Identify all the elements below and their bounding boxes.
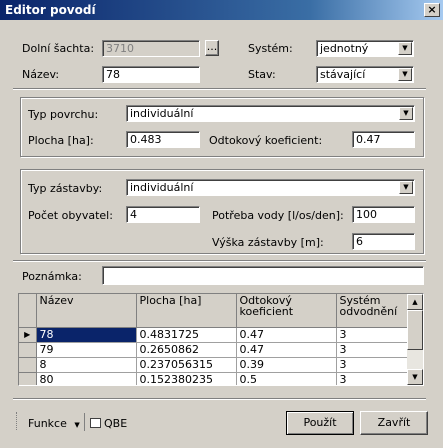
typ-zastavby-select[interactable]: individuální ▼ xyxy=(126,179,415,196)
toolbar-separator xyxy=(84,413,85,431)
table-cell[interactable]: 8 xyxy=(36,357,137,373)
qbe-button[interactable]: QBE xyxy=(90,417,127,430)
plocha-field[interactable]: 0.483 xyxy=(126,131,200,148)
divider xyxy=(13,260,426,262)
funkce-label: Funkce xyxy=(28,417,67,430)
typ-povrchu-value: individuální xyxy=(130,107,194,120)
table-cell[interactable]: 0.47 xyxy=(236,342,337,358)
odtokovy-koeficient-field[interactable]: 0.47 xyxy=(352,131,415,148)
row-header[interactable] xyxy=(19,342,37,358)
table-cell[interactable]: 3 xyxy=(336,327,409,343)
browse-button[interactable]: ... xyxy=(205,40,219,56)
nazev-field[interactable]: 78 xyxy=(102,66,200,83)
table-cell[interactable]: 3 xyxy=(336,372,409,385)
table-cell[interactable]: 0.39 xyxy=(236,357,337,373)
table-cell[interactable]: 78 xyxy=(36,327,137,343)
table-row[interactable]: 8 0.237056315 0.39 3 xyxy=(19,357,409,373)
zavrit-button[interactable]: Zavřít xyxy=(360,411,428,435)
vertical-scrollbar[interactable]: ▲ ▼ xyxy=(407,294,423,385)
pocet-obyvatel-field[interactable]: 4 xyxy=(126,206,200,223)
row-marker-icon[interactable]: ▶ xyxy=(19,327,37,343)
typ-zastavby-label: Typ zástavby: xyxy=(28,182,103,195)
close-button[interactable]: × xyxy=(424,3,440,17)
stav-value: stávající xyxy=(320,68,366,81)
qbe-icon xyxy=(90,418,101,428)
toolbar-grip xyxy=(16,412,18,430)
title-bar: Editor povodí × xyxy=(0,0,443,20)
table-cell[interactable]: 79 xyxy=(36,342,137,358)
table-cell[interactable]: 80 xyxy=(36,372,137,385)
qbe-label: QBE xyxy=(104,417,128,430)
vyska-zastavby-field[interactable]: 6 xyxy=(352,233,415,250)
row-header[interactable] xyxy=(19,357,37,373)
scroll-up-icon[interactable]: ▲ xyxy=(407,294,423,310)
funkce-menu[interactable]: Funkce ▼ xyxy=(28,417,80,430)
table-cell[interactable]: 3 xyxy=(336,357,409,373)
potreba-vody-field[interactable]: 100 xyxy=(352,206,415,223)
system-label: Systém: xyxy=(248,42,293,55)
chevron-down-icon[interactable]: ▼ xyxy=(398,42,412,55)
potreba-vody-label: Potřeba vody [l/os/den]: xyxy=(212,209,344,222)
chevron-down-icon[interactable]: ▼ xyxy=(399,107,413,120)
chevron-down-icon: ▼ xyxy=(74,421,80,429)
grid-header-row: Název Plocha [ha] Odtokový koeficient Sy… xyxy=(19,294,409,328)
dolni-sachta-field[interactable]: 3710 xyxy=(102,40,200,57)
odtokovy-koeficient-label: Odtokový koeficient: xyxy=(209,134,323,147)
poznamka-label: Poznámka: xyxy=(22,270,82,283)
table-cell[interactable]: 0.47 xyxy=(236,327,337,343)
dolni-sachta-label: Dolní šachta: xyxy=(22,42,95,55)
chevron-down-icon[interactable]: ▼ xyxy=(399,181,413,194)
row-header[interactable] xyxy=(19,372,37,385)
divider xyxy=(13,398,426,400)
column-header-nazev[interactable]: Název xyxy=(36,294,137,328)
vyska-zastavby-label: Výška zástavby [m]: xyxy=(212,236,324,249)
table-row[interactable]: 79 0.2650862 0.47 3 xyxy=(19,342,409,358)
poznamka-field[interactable] xyxy=(102,266,424,285)
plocha-label: Plocha [ha]: xyxy=(28,134,94,147)
table-row[interactable]: 80 0.152380235 0.5 3 xyxy=(19,372,409,385)
typ-povrchu-select[interactable]: individuální ▼ xyxy=(126,105,415,122)
pouzit-button[interactable]: Použít xyxy=(286,411,354,435)
table-cell[interactable]: 0.2650862 xyxy=(136,342,237,358)
stav-label: Stav: xyxy=(248,68,276,81)
system-value: jednotný xyxy=(320,42,369,55)
typ-povrchu-label: Typ povrchu: xyxy=(28,108,99,121)
table-cell[interactable]: 0.5 xyxy=(236,372,337,385)
chevron-down-icon[interactable]: ▼ xyxy=(398,68,412,81)
table-cell[interactable]: 0.4831725 xyxy=(136,327,237,343)
table-cell[interactable]: 0.152380235 xyxy=(136,372,237,385)
nazev-label: Název: xyxy=(22,68,60,81)
system-select[interactable]: jednotný ▼ xyxy=(316,40,414,57)
column-header-odtokovy-koeficient[interactable]: Odtokový koeficient xyxy=(236,294,337,328)
table-cell[interactable]: 0.237056315 xyxy=(136,357,237,373)
scroll-down-icon[interactable]: ▼ xyxy=(407,369,423,385)
pocet-obyvatel-label: Počet obyvatel: xyxy=(28,209,113,222)
table-row[interactable]: ▶ 78 0.4831725 0.47 3 xyxy=(19,327,409,343)
window-title: Editor povodí xyxy=(5,3,96,17)
column-header-system-odvodneni[interactable]: Systém odvodnění xyxy=(336,294,409,328)
stav-select[interactable]: stávající ▼ xyxy=(316,66,414,83)
scroll-thumb[interactable] xyxy=(407,310,423,350)
row-header-corner xyxy=(19,294,37,328)
divider xyxy=(13,88,426,90)
column-header-plocha[interactable]: Plocha [ha] xyxy=(136,294,237,328)
povodi-grid[interactable]: Název Plocha [ha] Odtokový koeficient Sy… xyxy=(18,293,424,386)
grid-table: Název Plocha [ha] Odtokový koeficient Sy… xyxy=(19,294,409,385)
typ-zastavby-value: individuální xyxy=(130,181,194,194)
table-cell[interactable]: 3 xyxy=(336,342,409,358)
